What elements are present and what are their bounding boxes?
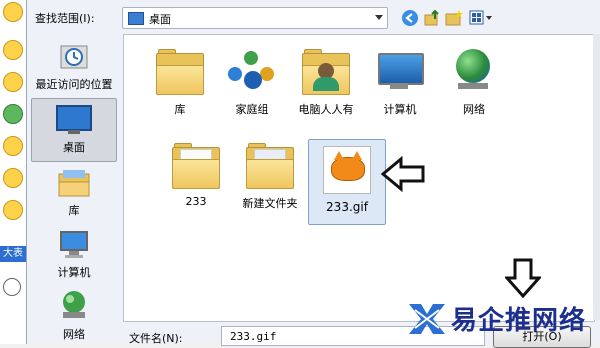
nav-item-label: 库 [68, 204, 80, 217]
library-icon [58, 170, 90, 197]
emoticon-icon [3, 200, 23, 220]
navigation-pane: 最近访问的位置 桌面 库 计算机 网络 [27, 36, 123, 341]
brand-logo-icon [409, 304, 445, 334]
smiley-icon [3, 278, 21, 296]
file-item-homegroup[interactable]: 家庭组 [214, 41, 290, 125]
file-name: 网络 [463, 103, 485, 116]
file-item-library[interactable]: 库 [142, 41, 218, 125]
look-in-dropdown[interactable]: 桌面 [122, 7, 388, 29]
nav-item-label: 最近访问的位置 [35, 78, 113, 91]
emoticon-icon [3, 104, 23, 124]
look-in-value: 桌面 [149, 13, 171, 26]
new-folder-icon[interactable] [445, 9, 463, 27]
watermark-text: 易企推网络 [451, 306, 587, 336]
folder-icon [246, 143, 294, 189]
open-file-dialog: 查找范围(I): 桌面 最近访问的位置 桌面 库 计算机 网络 库 家庭组 电脑… [26, 0, 600, 348]
filename-value: 233.gif [230, 330, 277, 343]
emoticon-icon [3, 136, 23, 156]
file-item-233-gif[interactable]: 233.gif [308, 139, 386, 225]
file-item-new-folder[interactable]: 新建文件夹 [232, 135, 308, 219]
gif-image-icon [323, 146, 371, 194]
emoticon-icon [3, 2, 23, 22]
nav-item-desktop[interactable]: 桌面 [31, 98, 117, 162]
computer-icon [60, 231, 88, 258]
file-item-folder-233[interactable]: 233 [158, 135, 234, 219]
recent-places-icon [60, 45, 88, 69]
look-in-label: 查找范围(I): [35, 12, 95, 25]
nav-item-label: 计算机 [57, 266, 91, 279]
network-icon [63, 291, 85, 318]
scrollbar[interactable] [593, 34, 600, 320]
desktop-icon [56, 105, 92, 134]
strip-label: 大表 [0, 246, 26, 262]
file-item-computer[interactable]: 计算机 [362, 41, 438, 125]
emoticon-icon [3, 72, 23, 92]
nav-item-label: 桌面 [63, 141, 85, 154]
up-folder-icon[interactable] [423, 9, 441, 27]
nav-item-library[interactable]: 库 [31, 162, 117, 224]
folder-icon [172, 143, 220, 189]
user-folder-icon [302, 49, 350, 95]
file-item-network[interactable]: 网络 [436, 41, 512, 125]
watermark-logo: 易企推网络 [407, 298, 600, 340]
nav-item-recent-places[interactable]: 最近访问的位置 [31, 36, 117, 98]
emoticon-icon [3, 40, 23, 60]
file-name: 233.gif [326, 200, 368, 214]
nav-item-computer[interactable]: 计算机 [31, 224, 117, 286]
chevron-down-icon [375, 15, 383, 20]
emoticon-icon [3, 168, 23, 188]
nav-item-network[interactable]: 网络 [31, 286, 117, 348]
view-menu-icon[interactable] [469, 9, 493, 27]
desktop-icon [128, 12, 144, 25]
nav-item-label: 网络 [63, 328, 85, 341]
file-name: 新建文件夹 [242, 197, 298, 210]
library-folder-icon [156, 49, 204, 95]
file-item-user-folder[interactable]: 电脑人人有 [288, 41, 364, 125]
background-window-strip: 大表 [0, 0, 27, 344]
down-arrow-icon [505, 258, 541, 298]
back-icon[interactable] [401, 9, 419, 27]
homegroup-icon [226, 49, 276, 97]
pointer-arrow-icon [381, 156, 425, 192]
